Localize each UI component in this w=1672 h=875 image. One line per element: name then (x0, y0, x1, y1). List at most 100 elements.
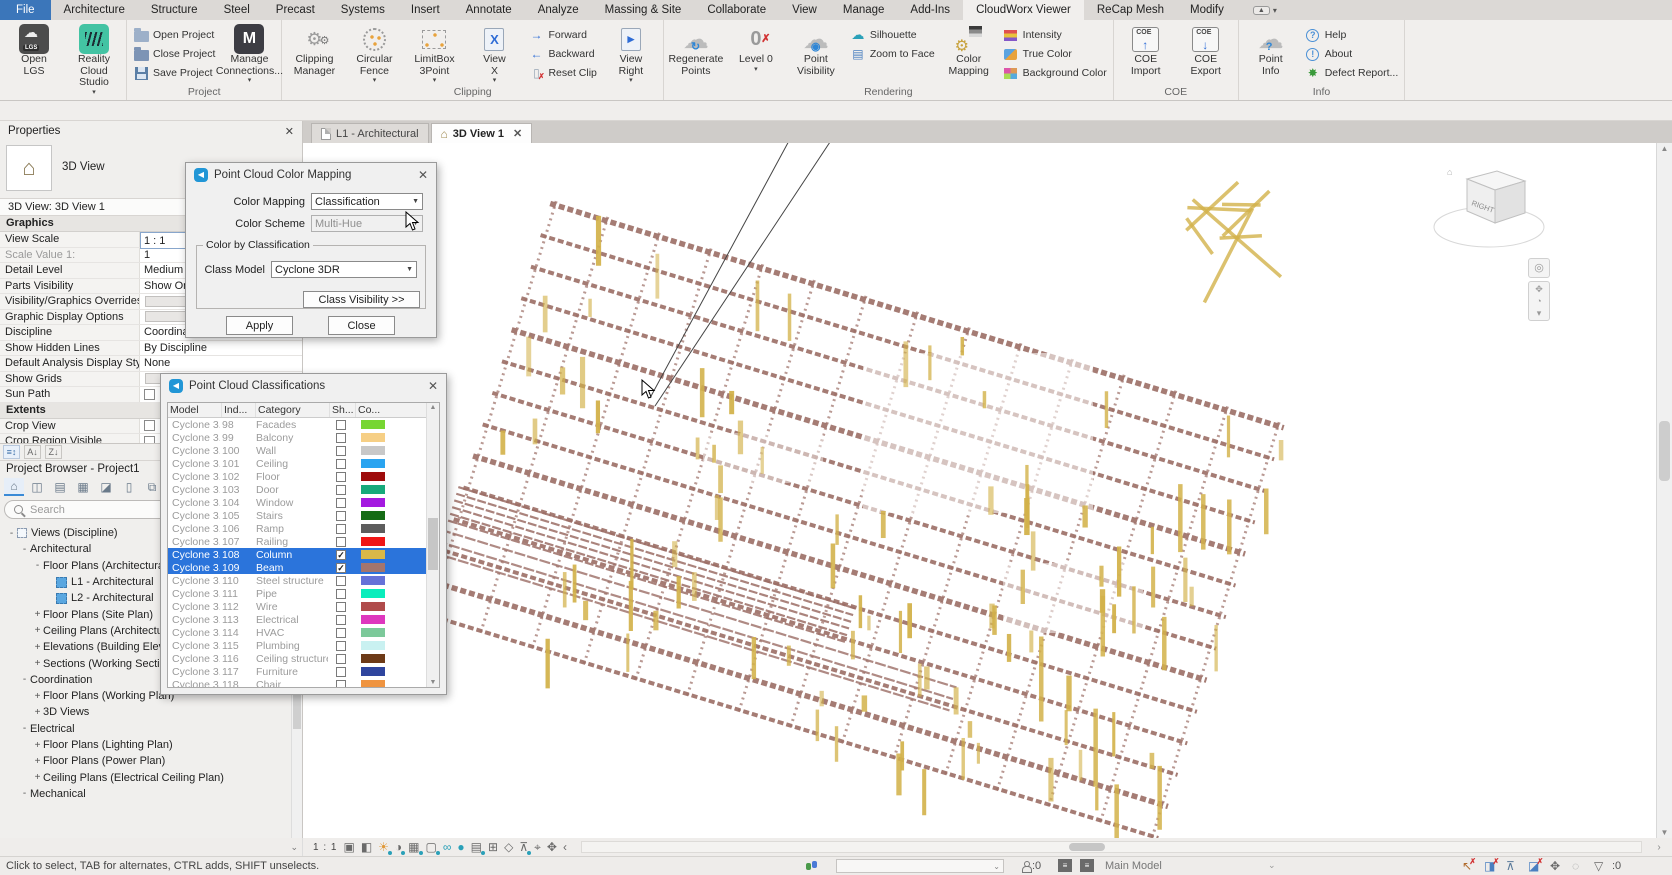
sort-az-icon[interactable]: A↓ (24, 445, 41, 459)
expand-icon[interactable]: + (32, 707, 43, 718)
show-checkbox[interactable] (336, 628, 346, 638)
view-x-button[interactable]: XViewX▾ (465, 22, 523, 86)
ribbon-collapse-button[interactable]: ▲▾ (1247, 0, 1283, 20)
tree-item-ceiling-plans-electrical-ceiling-plan[interactable]: +Ceiling Plans (Electrical Ceiling Plan) (0, 769, 292, 785)
pan-zoom-icon[interactable]: ✥ (547, 841, 557, 853)
classification-row-facades[interactable]: Cyclone 3...98Facades (168, 418, 439, 431)
show-checkbox[interactable] (336, 459, 346, 469)
ribbon-tab-recap-mesh[interactable]: ReCap Mesh (1084, 0, 1177, 20)
close-project-button[interactable]: Close Project (130, 45, 218, 63)
show-crop-region-icon[interactable]: ▢ (426, 841, 437, 853)
color-chip[interactable] (361, 589, 385, 598)
help-button[interactable]: ?Help (1302, 26, 1402, 44)
classification-row-plumbing[interactable]: Cyclone 3...115Plumbing (168, 639, 439, 652)
save-project-button[interactable]: Save Project (130, 64, 218, 82)
classification-row-hvac[interactable]: Cyclone 3...114HVAC (168, 626, 439, 639)
limitbox-3point-button[interactable]: LimitBox3Point▾ (405, 22, 463, 86)
scroll-down-icon[interactable]: ▼ (1657, 828, 1672, 837)
expand-icon[interactable]: + (32, 772, 43, 783)
reveal-hidden-elements-icon[interactable]: ● (457, 841, 464, 853)
workset-dropdown-icon[interactable]: ⌄ (1268, 860, 1276, 871)
reveal-constraints-icon[interactable]: ⊼ (519, 841, 528, 853)
ribbon-tab-precast[interactable]: Precast (263, 0, 328, 20)
point-info-button[interactable]: ☁?PointInfo (1242, 22, 1300, 86)
tree-item-floor-plans-power-plan[interactable]: +Floor Plans (Power Plan) (0, 753, 292, 769)
ribbon-tab-file[interactable]: File (0, 0, 51, 20)
crop-view-icon[interactable]: ▦ (408, 841, 419, 853)
classification-row-wire[interactable]: Cyclone 3...112Wire (168, 600, 439, 613)
defect-report-button[interactable]: ✸Defect Report... (1302, 64, 1402, 82)
collapse-icon[interactable]: - (19, 544, 30, 555)
temporary-hide-isolate-icon[interactable]: ∞ (443, 841, 452, 853)
expand-icon[interactable]: + (32, 642, 43, 653)
color-chip[interactable] (361, 615, 385, 624)
classification-row-ceiling-structures[interactable]: Cyclone 3...116Ceiling structures (168, 652, 439, 665)
ribbon-tab-modify[interactable]: Modify (1177, 0, 1237, 20)
reset-clip-button[interactable]: ▯✗Reset Clip (525, 64, 599, 82)
classification-row-furniture[interactable]: Cyclone 3...117Furniture (168, 665, 439, 678)
active-workset-icon[interactable]: ≡ (1080, 859, 1094, 872)
navigation-tools-icon[interactable]: ✥◔▾ (1528, 281, 1550, 321)
ribbon-tab-steel[interactable]: Steel (211, 0, 263, 20)
color-chip[interactable] (361, 654, 385, 663)
close-icon[interactable]: ✕ (513, 127, 522, 140)
color-chip[interactable] (361, 537, 385, 546)
show-checkbox[interactable] (336, 472, 346, 482)
close-button[interactable]: Close (328, 316, 395, 335)
classification-row-beam[interactable]: Cyclone 3...109Beam✓ (168, 561, 439, 574)
collapse-icon[interactable]: - (32, 560, 43, 571)
color-chip[interactable] (361, 641, 385, 650)
color-chip[interactable] (361, 472, 385, 481)
expand-icon[interactable]: + (32, 740, 43, 751)
color-chip[interactable] (361, 576, 385, 585)
close-icon[interactable]: ✕ (418, 168, 428, 182)
class-model-select[interactable]: Cyclone 3DR▼ (271, 261, 417, 278)
color-chip[interactable] (361, 667, 385, 676)
classification-row-chair[interactable]: Cyclone 3...118Chair (168, 678, 439, 688)
editing-requests-icon[interactable] (1022, 861, 1030, 871)
schedules-icon[interactable]: ▦ (73, 478, 93, 496)
color-chip[interactable] (361, 446, 385, 455)
design-options-select[interactable]: ⌄ (836, 859, 1004, 873)
ribbon-tab-annotate[interactable]: Annotate (453, 0, 525, 20)
shadows-icon[interactable]: ◑ (395, 841, 402, 853)
classification-row-window[interactable]: Cyclone 3...104Window (168, 496, 439, 509)
point-visibility-button[interactable]: ☁◉PointVisibility (787, 22, 845, 86)
classification-row-stairs[interactable]: Cyclone 3...105Stairs (168, 509, 439, 522)
fit-to-window-icon[interactable]: ▣ (343, 841, 354, 853)
clipping-manager-button[interactable]: ⚙⚙ClippingManager (285, 22, 343, 86)
collapse-bar-icon[interactable]: ‹ (563, 841, 567, 853)
show-checkbox[interactable] (336, 420, 346, 430)
show-checkbox[interactable] (336, 602, 346, 612)
select-pinned-icon[interactable]: ⊼ (1506, 859, 1515, 873)
drawing-area[interactable]: RIGHT⌂ ◎ ✥◔▾ (303, 143, 1656, 838)
show-checkbox[interactable]: ✓ (336, 550, 346, 560)
regenerate-points-button[interactable]: ☁↻RegeneratePoints (667, 22, 725, 86)
tree-item-3d-views[interactable]: +3D Views (0, 704, 292, 720)
color-mapping-select[interactable]: Classification▼ (311, 193, 423, 210)
color-mapping-button[interactable]: ⚙ColorMapping (940, 22, 998, 86)
close-icon[interactable]: ✕ (428, 379, 438, 393)
classification-scrollbar[interactable]: ▲ ▼ (426, 403, 439, 687)
ribbon-tab-structure[interactable]: Structure (138, 0, 211, 20)
ribbon-tab-systems[interactable]: Systems (328, 0, 398, 20)
select-links-icon[interactable]: ↖✗ (1462, 859, 1472, 873)
sort-order-icon[interactable]: ≡↕ (3, 445, 20, 459)
classification-row-wall[interactable]: Cyclone 3...100Wall (168, 444, 439, 457)
select-underlay-icon[interactable]: ◨✗ (1484, 859, 1495, 873)
open-project-button[interactable]: Open Project (130, 26, 218, 44)
worksharing-display-icon[interactable]: ⊞ (488, 841, 498, 853)
class-visibility-button[interactable]: Class Visibility >> (303, 291, 420, 308)
ribbon-tab-add-ins[interactable]: Add-Ins (897, 0, 963, 20)
view-right-button[interactable]: ▸ViewRight▾ (602, 22, 660, 86)
canvas-horizontal-scrollbar[interactable] (581, 841, 1642, 853)
classification-row-balcony[interactable]: Cyclone 3...99Balcony (168, 431, 439, 444)
background-color-button[interactable]: Background Color (1000, 64, 1110, 82)
show-checkbox[interactable] (336, 446, 346, 456)
highlight-displacement-icon[interactable]: ◇ (504, 841, 513, 853)
temporary-view-properties-icon[interactable]: ▤ (471, 841, 482, 853)
zoom-to-face-button[interactable]: ▤Zoom to Face (847, 45, 938, 63)
view-tab-l1-architectural[interactable]: L1 - Architectural (311, 123, 429, 143)
show-checkbox[interactable] (336, 498, 346, 508)
classification-row-pipe[interactable]: Cyclone 3...111Pipe (168, 587, 439, 600)
